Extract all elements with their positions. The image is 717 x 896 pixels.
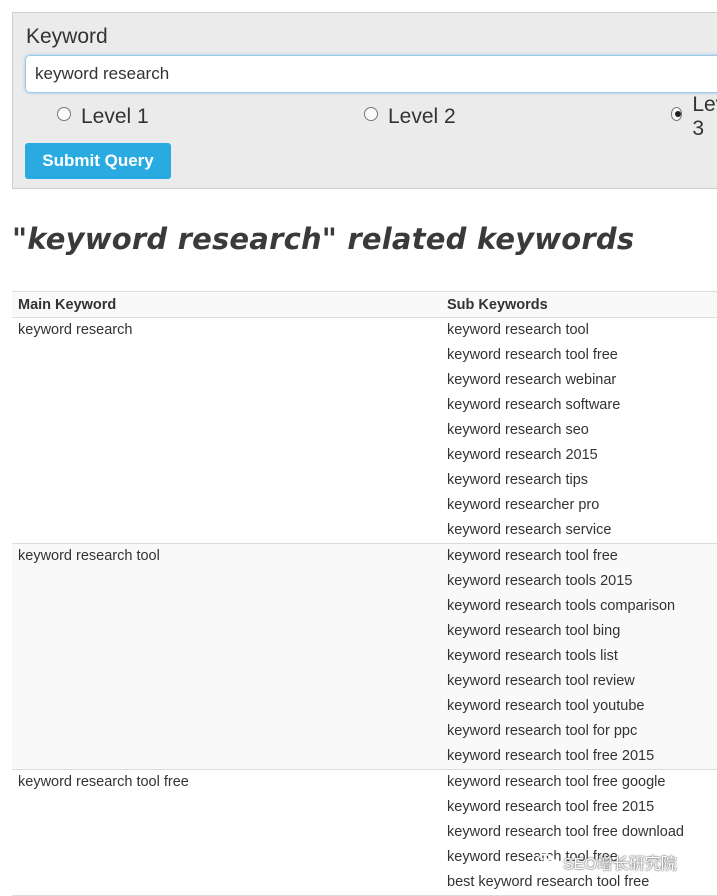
- sub-keyword-item: keyword research 2015: [447, 447, 598, 463]
- sub-keyword-item: keyword research tools comparison: [447, 598, 676, 614]
- sub-keyword-item: keyword research tool free google: [447, 774, 666, 790]
- level-3-radio[interactable]: Level 3: [671, 93, 717, 140]
- sub-keyword-item: keyword research webinar: [447, 372, 617, 388]
- table-row: keyword research tool keyword research to…: [12, 543, 717, 770]
- sub-keyword-item: keyword research service: [447, 522, 612, 538]
- sub-keyword-item: keyword research seo: [447, 422, 589, 438]
- main-keyword-cell: keyword research tool: [12, 543, 441, 770]
- sub-keyword-item: keyword research tips: [447, 472, 589, 488]
- sub-keyword-item: keyword research tool free 2015: [447, 748, 655, 764]
- sub-keyword-item: keyword research tool free download: [447, 824, 684, 840]
- table-row: keyword research keyword research tool key…: [12, 317, 717, 544]
- keyword-label: Keyword: [26, 25, 108, 48]
- keyword-input[interactable]: [25, 55, 717, 93]
- sub-keyword-item: keyword research tool: [447, 322, 589, 338]
- sub-keyword-item: keyword research tool free 2015: [447, 799, 655, 815]
- related-keywords-table: Main Keyword Sub Keywords keyword resear…: [12, 291, 717, 896]
- sub-keywords-cell: keyword research tool free keyword resear…: [441, 543, 717, 770]
- level-2-radio[interactable]: Level 2: [364, 105, 456, 129]
- watermark: SEO增长研究院: [537, 849, 677, 875]
- level-2-label: Level 2: [388, 105, 456, 128]
- main-keyword-cell: keyword research: [12, 317, 441, 544]
- main-keyword-header: Main Keyword: [12, 291, 441, 318]
- sub-keywords-cell: keyword research tool keyword research to…: [441, 317, 717, 544]
- sub-keywords-header: Sub Keywords: [441, 291, 717, 318]
- level-3-radio-circle[interactable]: [671, 107, 683, 121]
- level-3-label: Level 3: [692, 93, 717, 140]
- wechat-icon: [537, 853, 559, 870]
- results-heading: "keyword research" related keywords: [12, 222, 635, 256]
- search-form-panel: Keyword Level 1 Level 2 Level 3 Submit Q…: [12, 12, 717, 189]
- submit-query-button[interactable]: Submit Query: [25, 143, 171, 179]
- sub-keyword-item: keyword researcher pro: [447, 497, 600, 513]
- level-1-label: Level 1: [81, 105, 149, 128]
- sub-keyword-item: keyword research tool free: [447, 548, 618, 564]
- table-header-row: Main Keyword Sub Keywords: [12, 291, 717, 318]
- sub-keyword-item: keyword research tool free: [447, 347, 618, 363]
- sub-keyword-item: keyword research software: [447, 397, 621, 413]
- level-1-radio[interactable]: Level 1: [57, 105, 149, 129]
- main-keyword-cell: keyword research tool free: [12, 769, 441, 896]
- sub-keyword-item: keyword research tool youtube: [447, 698, 645, 714]
- sub-keywords-cell: keyword research tool free google keyword…: [441, 769, 717, 896]
- sub-keyword-item: keyword research tools list: [447, 648, 618, 664]
- level-2-radio-circle[interactable]: [364, 107, 378, 121]
- sub-keyword-item: keyword research tool bing: [447, 623, 621, 639]
- sub-keyword-item: keyword research tool review: [447, 673, 635, 689]
- level-1-radio-circle[interactable]: [57, 107, 71, 121]
- table-body: keyword research keyword research tool key…: [12, 317, 717, 896]
- sub-keyword-item: keyword research tool for ppc: [447, 723, 638, 739]
- table-row: keyword research tool free keyword resear…: [12, 769, 717, 896]
- sub-keyword-item: keyword research tools 2015: [447, 573, 633, 589]
- watermark-text: SEO增长研究院: [563, 856, 677, 873]
